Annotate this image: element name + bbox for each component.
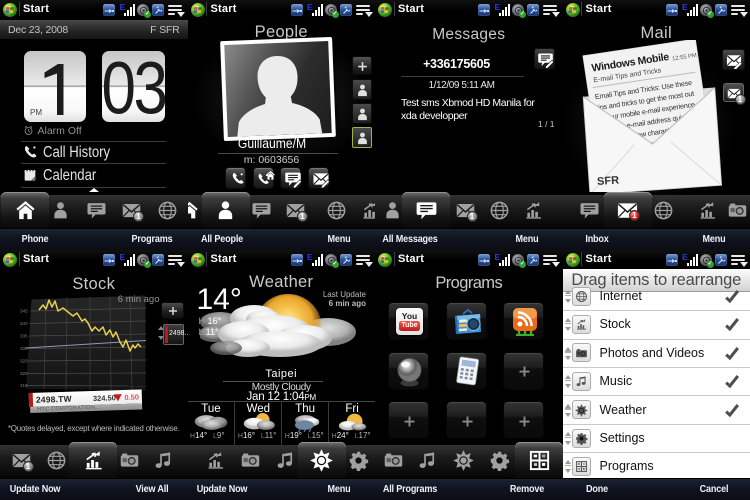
- svg-text:340: 340: [20, 321, 28, 326]
- svg-text:320: 320: [20, 371, 28, 376]
- svg-text:SFR: SFR: [596, 174, 619, 188]
- svg-text:315: 315: [20, 383, 28, 388]
- svg-text:345: 345: [20, 309, 28, 314]
- svg-text:330: 330: [20, 346, 28, 351]
- svg-text:335: 335: [20, 334, 28, 339]
- svg-text:325: 325: [20, 359, 28, 364]
